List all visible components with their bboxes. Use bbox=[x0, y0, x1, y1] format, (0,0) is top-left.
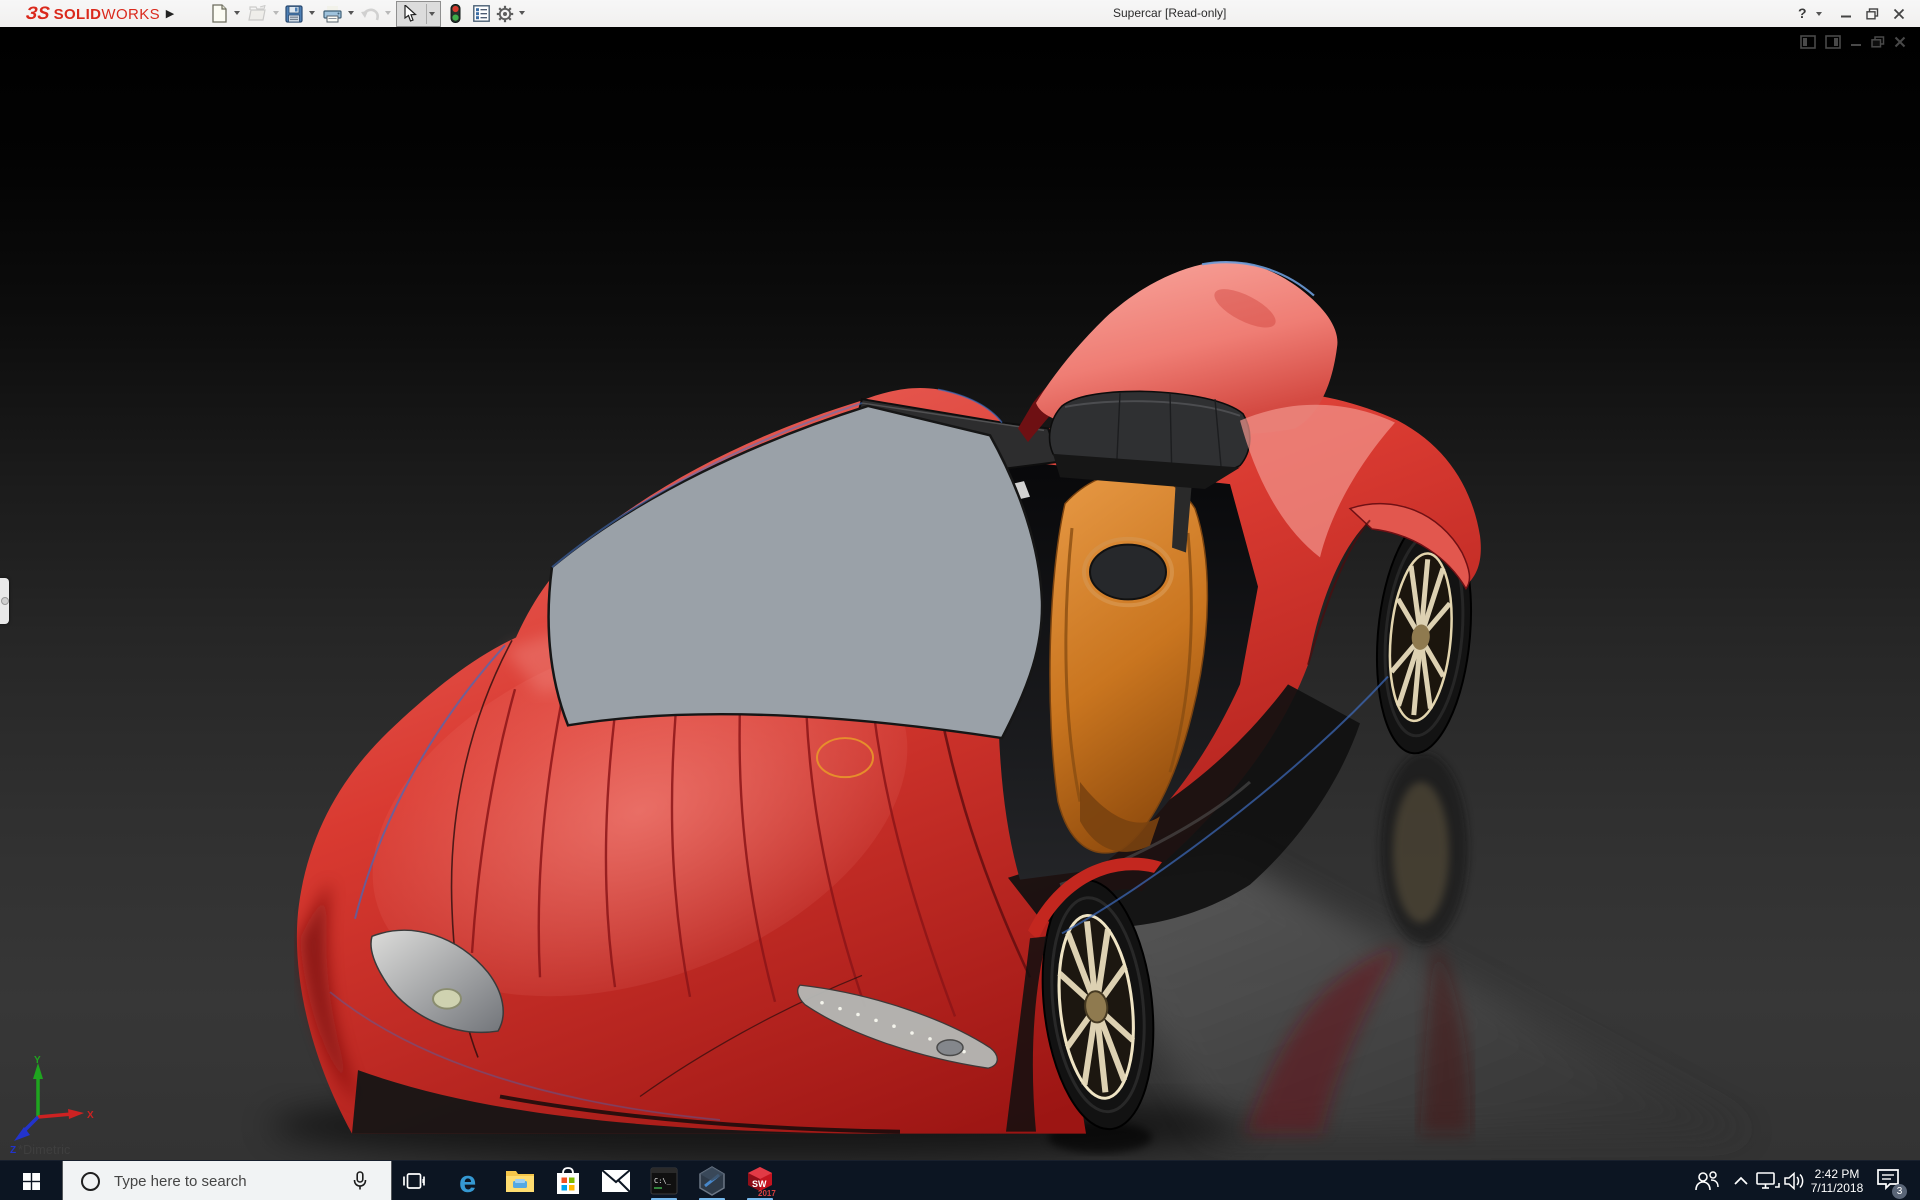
dassault-logo-mark: ЗS bbox=[25, 3, 51, 24]
taskbar-item-store[interactable] bbox=[546, 1161, 590, 1200]
restore-button[interactable] bbox=[1866, 0, 1879, 27]
view-orientation-label: *Dimetric bbox=[18, 1143, 71, 1157]
select-split-divider bbox=[426, 4, 427, 24]
close-button[interactable] bbox=[1893, 0, 1905, 27]
command-prompt-icon: C:\_ bbox=[650, 1167, 678, 1195]
rebuild-button[interactable] bbox=[444, 3, 466, 24]
tray-time: 2:42 PM bbox=[1815, 1167, 1860, 1181]
taskbar-search[interactable] bbox=[62, 1161, 392, 1200]
solidworks-logo: ЗS SOLID WORKS bbox=[26, 3, 160, 24]
taskbar-item-solidworks[interactable]: SW 2017 bbox=[738, 1161, 782, 1200]
tray-chevron[interactable] bbox=[1734, 1161, 1748, 1200]
help-caret[interactable] bbox=[1816, 12, 1822, 16]
minimize-icon bbox=[1840, 8, 1852, 20]
select-caret[interactable] bbox=[429, 12, 435, 16]
select-cursor-icon bbox=[404, 5, 417, 22]
open-button[interactable] bbox=[247, 3, 269, 24]
file-explorer-icon bbox=[505, 1168, 535, 1194]
store-icon bbox=[555, 1167, 581, 1195]
options-caret[interactable] bbox=[519, 11, 525, 15]
print-caret[interactable] bbox=[348, 11, 354, 15]
task-view-button[interactable] bbox=[392, 1161, 436, 1200]
notification-badge: 3 bbox=[1892, 1184, 1907, 1199]
taskbar-item-command-prompt[interactable]: C:\_ bbox=[642, 1161, 686, 1200]
speaker-icon bbox=[1784, 1172, 1806, 1190]
tray-clock[interactable]: 2:42 PM 7/11/2018 bbox=[1808, 1161, 1866, 1200]
printer-icon bbox=[323, 5, 342, 23]
svg-text:Z: Z bbox=[10, 1145, 16, 1155]
file-properties-button[interactable] bbox=[470, 3, 492, 24]
windows-logo-icon bbox=[23, 1173, 40, 1190]
solidworks-window: ЗS SOLID WORKS ▶ bbox=[0, 0, 1920, 1200]
edge-icon: e bbox=[457, 1166, 487, 1196]
new-document-caret[interactable] bbox=[234, 11, 240, 15]
svg-text:C:\_: C:\_ bbox=[654, 1177, 672, 1185]
taskbar-item-edge[interactable]: e bbox=[450, 1161, 494, 1200]
svg-text:e: e bbox=[459, 1166, 476, 1196]
undo-caret[interactable] bbox=[385, 11, 391, 15]
tray-network[interactable] bbox=[1756, 1161, 1780, 1200]
orientation-triad: Y X Z bbox=[8, 1055, 100, 1155]
title-bar: ЗS SOLID WORKS ▶ bbox=[0, 0, 1920, 28]
minimize-button[interactable] bbox=[1840, 0, 1852, 27]
gear-icon bbox=[496, 5, 514, 23]
tray-people[interactable] bbox=[1694, 1161, 1720, 1200]
select-tool-button[interactable] bbox=[396, 1, 441, 27]
windshield bbox=[549, 406, 1042, 753]
new-document-icon bbox=[211, 4, 228, 23]
windows-taskbar: e bbox=[0, 1160, 1920, 1200]
restore-icon bbox=[1866, 8, 1879, 20]
save-floppy-icon bbox=[285, 5, 303, 23]
action-center-button[interactable]: 3 bbox=[1876, 1161, 1900, 1200]
print-button[interactable] bbox=[321, 3, 343, 24]
taskbar-item-composer[interactable] bbox=[690, 1161, 734, 1200]
save-button[interactable] bbox=[283, 3, 305, 24]
new-document-button[interactable] bbox=[208, 3, 230, 24]
open-folder-icon bbox=[248, 5, 268, 22]
document-title: Supercar [Read-only] bbox=[1113, 0, 1226, 27]
microphone-icon[interactable] bbox=[352, 1171, 368, 1191]
undo-button[interactable] bbox=[359, 3, 381, 24]
people-icon bbox=[1694, 1170, 1720, 1192]
mail-icon bbox=[601, 1169, 631, 1193]
taskbar-item-file-explorer[interactable] bbox=[498, 1161, 542, 1200]
svg-text:X: X bbox=[87, 1110, 94, 1121]
cortana-icon bbox=[81, 1172, 100, 1191]
svg-text:SW: SW bbox=[752, 1179, 767, 1189]
open-caret[interactable] bbox=[273, 11, 279, 15]
tray-volume[interactable] bbox=[1784, 1161, 1806, 1200]
hexagon-app-icon bbox=[698, 1166, 726, 1196]
chevron-up-icon bbox=[1734, 1176, 1748, 1186]
solidworks-2017-icon: SW 2017 bbox=[744, 1165, 776, 1197]
undo-arrow-icon bbox=[360, 6, 380, 22]
start-button[interactable] bbox=[0, 1161, 62, 1200]
svg-text:2017: 2017 bbox=[758, 1189, 776, 1197]
search-input[interactable] bbox=[112, 1172, 316, 1191]
file-properties-icon bbox=[473, 5, 490, 22]
taskbar-item-mail[interactable] bbox=[594, 1161, 638, 1200]
car-3d-render[interactable] bbox=[0, 27, 1920, 1160]
close-icon bbox=[1893, 8, 1905, 20]
svg-text:Y: Y bbox=[34, 1055, 41, 1066]
traffic-light-icon bbox=[450, 4, 461, 23]
help-button[interactable]: ? bbox=[1798, 0, 1807, 27]
menu-flyout-arrow[interactable]: ▶ bbox=[163, 4, 177, 22]
tray-date: 7/11/2018 bbox=[1811, 1181, 1864, 1195]
graphics-viewport[interactable]: Y X Z *Dimetric bbox=[0, 27, 1920, 1160]
options-button[interactable] bbox=[494, 3, 516, 24]
task-view-icon bbox=[403, 1171, 425, 1191]
network-icon bbox=[1756, 1171, 1780, 1191]
save-caret[interactable] bbox=[309, 11, 315, 15]
